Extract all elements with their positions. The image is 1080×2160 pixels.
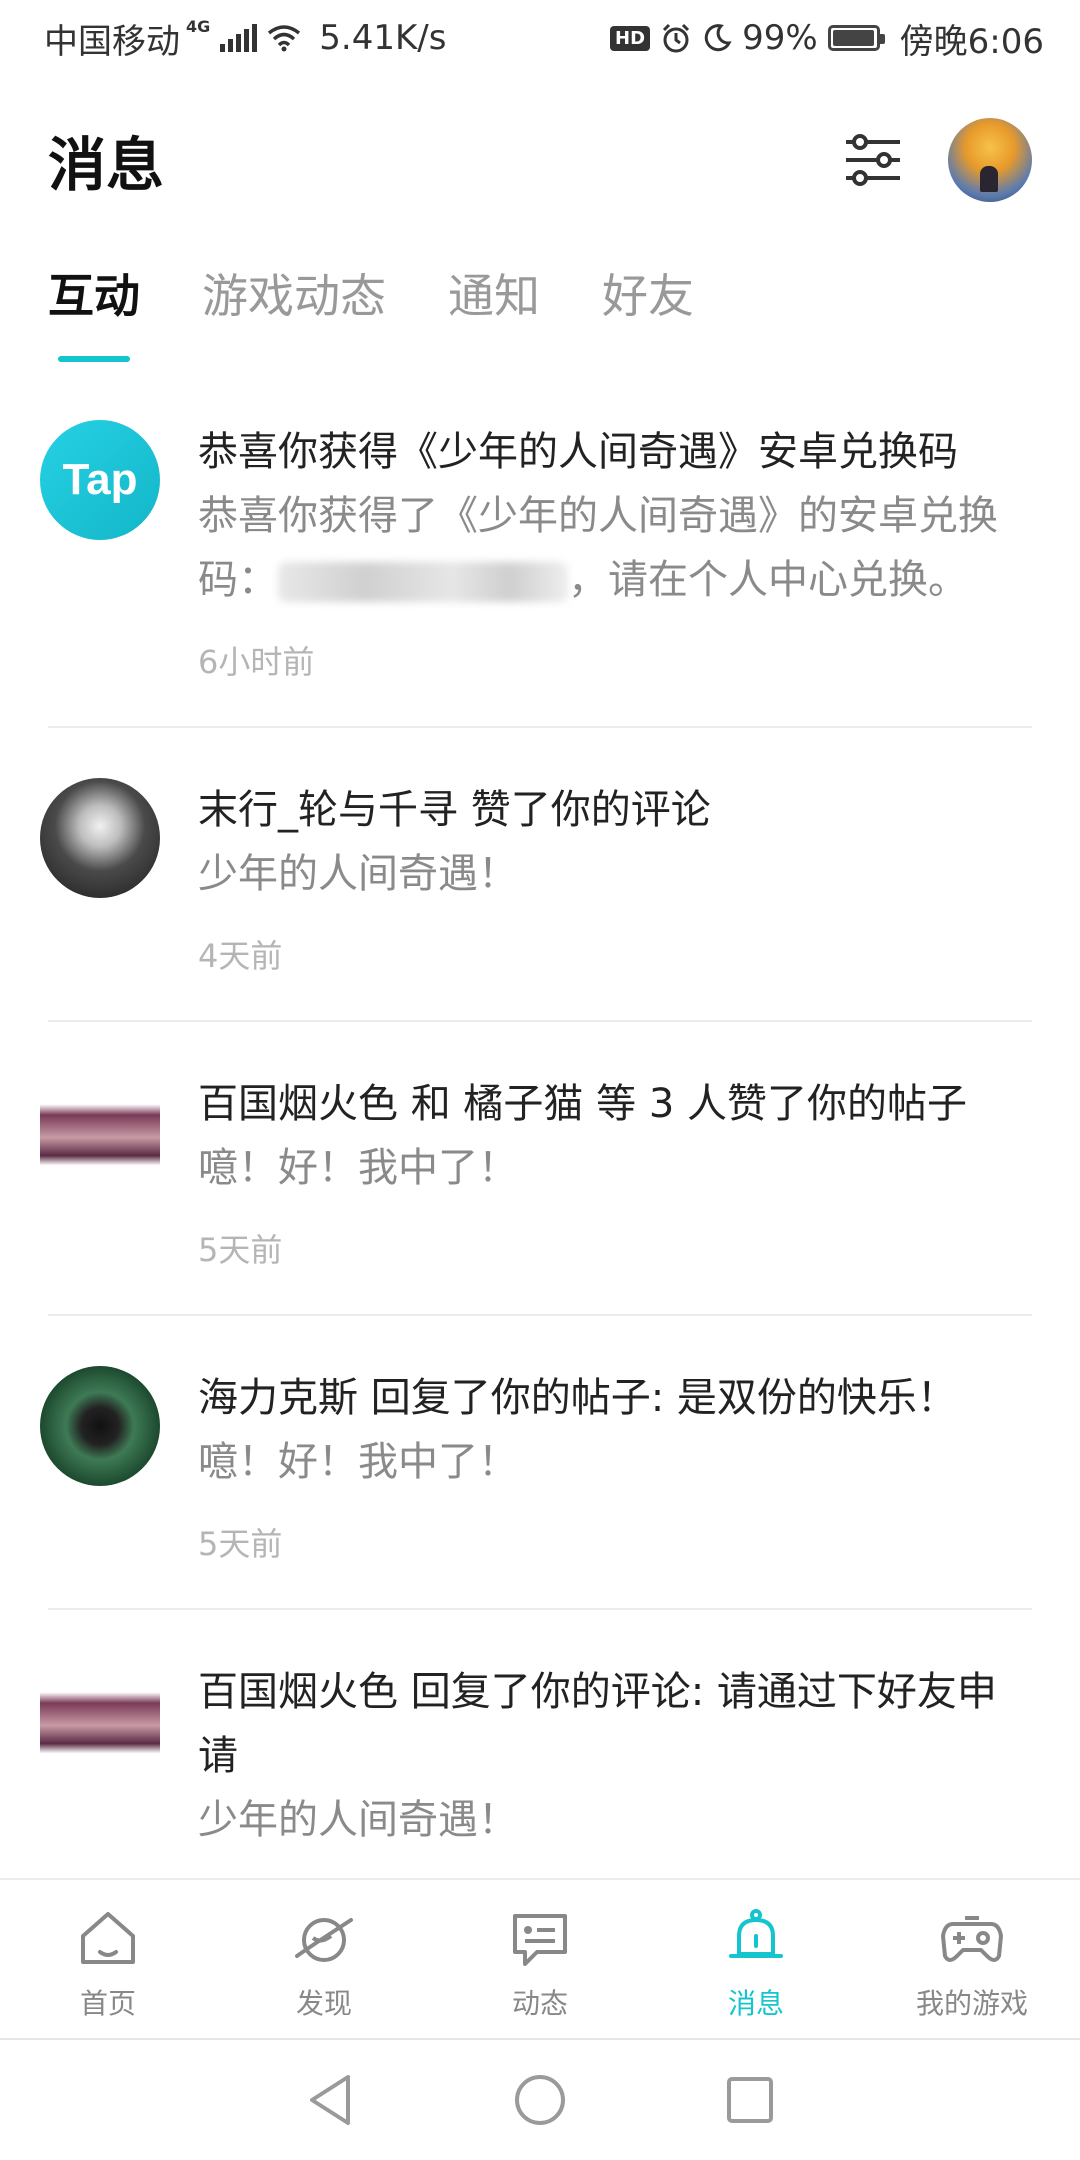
recents-square-icon — [727, 2077, 773, 2123]
nav-discover[interactable]: 发现 — [216, 1880, 432, 2038]
list-item[interactable]: 末行_轮与千寻 赞了你的评论 少年的人间奇遇！ 4天前 — [40, 728, 1032, 1022]
item-desc: 恭喜你获得了《少年的人间奇遇》的安卓兑换码： ，请在个人中心兑换。 — [198, 484, 1032, 612]
nav-my-games[interactable]: 我的游戏 — [864, 1880, 1080, 2038]
list-item[interactable]: 百国烟火色 和 橘子猫 等 3 人赞了你的帖子 噫！好！我中了！ 5天前 — [40, 1022, 1032, 1316]
nav-label: 动态 — [511, 1987, 568, 2020]
user-avatar-hailikesi[interactable] — [40, 1366, 160, 1486]
home-icon — [81, 1912, 135, 1964]
bottom-nav: 首页 发现 动态 消息 我的游戏 — [0, 1878, 1080, 2038]
user-avatar-baiguo[interactable] — [40, 1088, 160, 1178]
battery-fill — [832, 30, 875, 46]
nav-feed[interactable]: 动态 — [432, 1880, 648, 2038]
back-triangle-icon — [310, 2075, 350, 2125]
tab-label: 互动 — [48, 269, 140, 323]
item-title: 恭喜你获得《少年的人间奇遇》安卓兑换码 — [198, 429, 958, 475]
filter-button[interactable] — [838, 125, 908, 195]
nav-label: 消息 — [727, 1987, 784, 2020]
item-body: 恭喜你获得《少年的人间奇遇》安卓兑换码 恭喜你获得了《少年的人间奇遇》的安卓兑换… — [198, 420, 1032, 682]
item-body: 海力克斯 回复了你的帖子: 是双份的快乐！ 噫！好！我中了！ 5天前 — [198, 1366, 1032, 1564]
tab-notifications[interactable]: 通知 — [448, 260, 540, 356]
item-desc: 噫！好！我中了！ — [198, 1439, 518, 1485]
status-right: HD 99% 傍晚6:06 — [610, 14, 1044, 63]
tab-indicator — [58, 356, 130, 362]
item-title: 末行_轮与千寻 赞了你的评论 — [198, 787, 711, 833]
nav-label: 首页 — [79, 1987, 136, 2020]
back-button[interactable] — [300, 2070, 360, 2130]
page-title: 消息 — [48, 131, 165, 199]
user-avatar[interactable] — [948, 118, 1032, 202]
tab-label: 通知 — [448, 269, 540, 323]
hd-badge: HD — [610, 25, 651, 51]
item-body: 百国烟火色 回复了你的评论: 请通过下好友申请 少年的人间奇遇！ — [198, 1660, 1032, 1852]
signal-icon — [220, 24, 258, 52]
message-list[interactable]: Tap 恭喜你获得《少年的人间奇遇》安卓兑换码 恭喜你获得了《少年的人间奇遇》的… — [0, 400, 1080, 1878]
header: 消息 — [0, 100, 1080, 220]
item-desc: 少年的人间奇遇！ — [198, 1797, 518, 1843]
network-speed: 5.41K/s — [319, 18, 447, 58]
item-time: 5天前 — [198, 1231, 283, 1269]
gamepad-icon — [941, 1916, 1003, 1962]
tap-logo-avatar[interactable]: Tap — [40, 420, 160, 540]
item-body: 百国烟火色 和 橘子猫 等 3 人赞了你的帖子 噫！好！我中了！ 5天前 — [198, 1072, 1032, 1270]
nav-label: 发现 — [295, 1987, 352, 2020]
tab-game-updates[interactable]: 游戏动态 — [202, 260, 386, 356]
item-time: 5天前 — [198, 1525, 283, 1563]
list-item[interactable]: 百国烟火色 回复了你的评论: 请通过下好友申请 少年的人间奇遇！ — [40, 1610, 1032, 1878]
moon-icon — [704, 24, 732, 52]
list-item[interactable]: Tap 恭喜你获得《少年的人间奇遇》安卓兑换码 恭喜你获得了《少年的人间奇遇》的… — [40, 400, 1032, 728]
list-item[interactable]: 海力克斯 回复了你的帖子: 是双份的快乐！ 噫！好！我中了！ 5天前 — [40, 1316, 1032, 1610]
home-button[interactable] — [510, 2070, 570, 2130]
redacted-code — [278, 562, 568, 602]
bell-icon — [729, 1909, 783, 1958]
nav-home[interactable]: 首页 — [0, 1880, 216, 2038]
item-title: 百国烟火色 回复了你的评论: 请通过下好友申请 — [198, 1669, 997, 1779]
clock: 傍晚6:06 — [899, 21, 1044, 62]
battery-icon — [827, 25, 885, 51]
item-desc: 噫！好！我中了！ — [198, 1145, 518, 1191]
message-tabs: 互动 游戏动态 通知 好友 — [48, 260, 756, 362]
wifi-icon — [268, 25, 301, 52]
item-title: 海力克斯 回复了你的帖子: 是双份的快乐！ — [198, 1375, 957, 1421]
sliders-icon — [846, 134, 900, 186]
planet-icon — [295, 1918, 353, 1962]
item-desc: 少年的人间奇遇！ — [198, 851, 518, 897]
item-body: 末行_轮与千寻 赞了你的评论 少年的人间奇遇！ 4天前 — [198, 778, 1032, 976]
chat-icon — [513, 1914, 567, 1966]
item-time: 6小时前 — [198, 643, 315, 681]
user-avatar-mohang[interactable] — [40, 778, 160, 898]
tab-friends[interactable]: 好友 — [602, 260, 694, 356]
recents-button[interactable] — [720, 2070, 780, 2130]
nav-messages[interactable]: 消息 — [648, 1880, 864, 2038]
alarm-icon — [663, 23, 690, 53]
status-left: 中国移动 4G 5.41K/s — [44, 14, 446, 63]
item-title: 百国烟火色 和 橘子猫 等 3 人赞了你的帖子 — [198, 1081, 968, 1127]
battery-percent: 99% — [742, 18, 818, 58]
network-type: 4G — [186, 16, 211, 36]
desc-suffix: ，请在个人中心兑换。 — [568, 557, 968, 603]
system-nav-bar — [0, 2038, 1080, 2160]
nav-label: 我的游戏 — [915, 1987, 1028, 2020]
tab-label: 好友 — [602, 269, 694, 323]
user-avatar-baiguo[interactable] — [40, 1676, 160, 1766]
item-time: 4天前 — [198, 937, 283, 975]
tab-interactions[interactable]: 互动 — [48, 260, 140, 362]
tab-label: 游戏动态 — [202, 269, 386, 323]
status-bar: 中国移动 4G 5.41K/s HD 99% 傍晚6:06 — [0, 0, 1080, 76]
carrier-name: 中国移动 — [44, 21, 180, 62]
home-circle-icon — [515, 2075, 565, 2125]
